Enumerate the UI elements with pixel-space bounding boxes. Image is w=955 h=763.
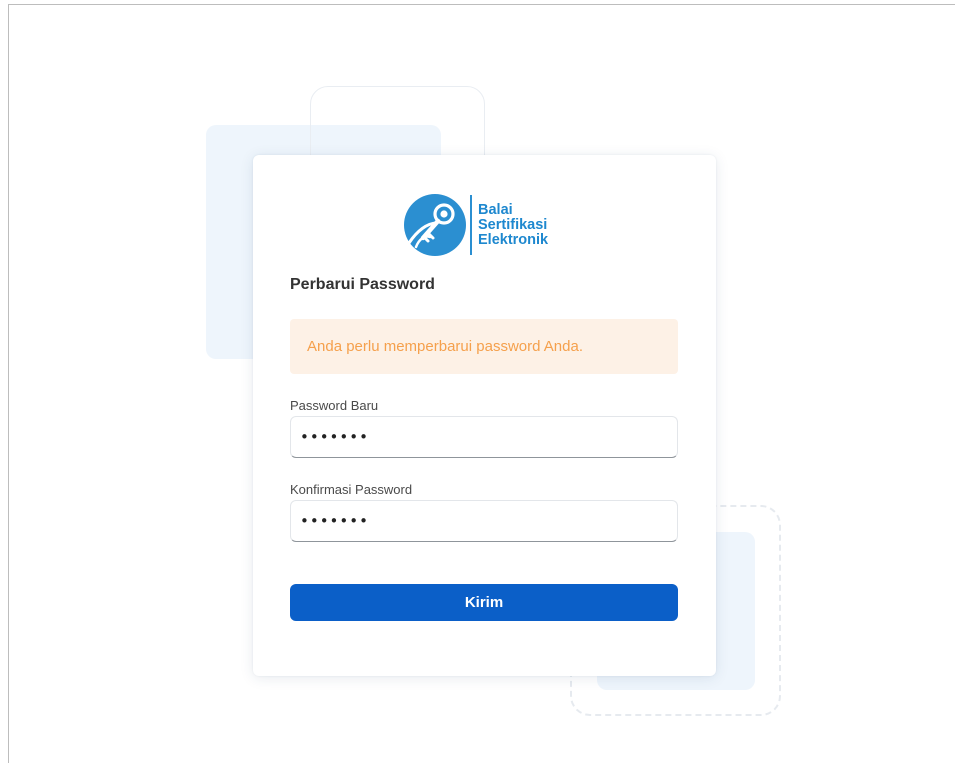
logo-divider — [470, 195, 472, 255]
key-logo-icon — [404, 194, 466, 256]
password-update-card: Balai Sertifikasi Elektronik Perbarui Pa… — [253, 155, 716, 676]
page-title: Perbarui Password — [290, 276, 435, 293]
logo-text-line: Elektronik — [478, 231, 549, 248]
submit-button[interactable]: Kirim — [290, 584, 678, 621]
new-password-label: Password Baru — [290, 398, 379, 413]
new-password-input[interactable] — [290, 416, 678, 458]
confirm-password-label: Konfirmasi Password — [290, 482, 413, 497]
bse-logo: Balai Sertifikasi Elektronik — [403, 193, 548, 257]
confirm-password-input[interactable] — [290, 500, 678, 542]
logo-text-line: Balai — [478, 201, 513, 218]
logo-wordmark: Balai Sertifikasi Elektronik — [478, 201, 549, 248]
warning-alert: Anda perlu memperbarui password Anda. — [290, 319, 678, 374]
logo-text-line: Sertifikasi — [478, 216, 548, 233]
